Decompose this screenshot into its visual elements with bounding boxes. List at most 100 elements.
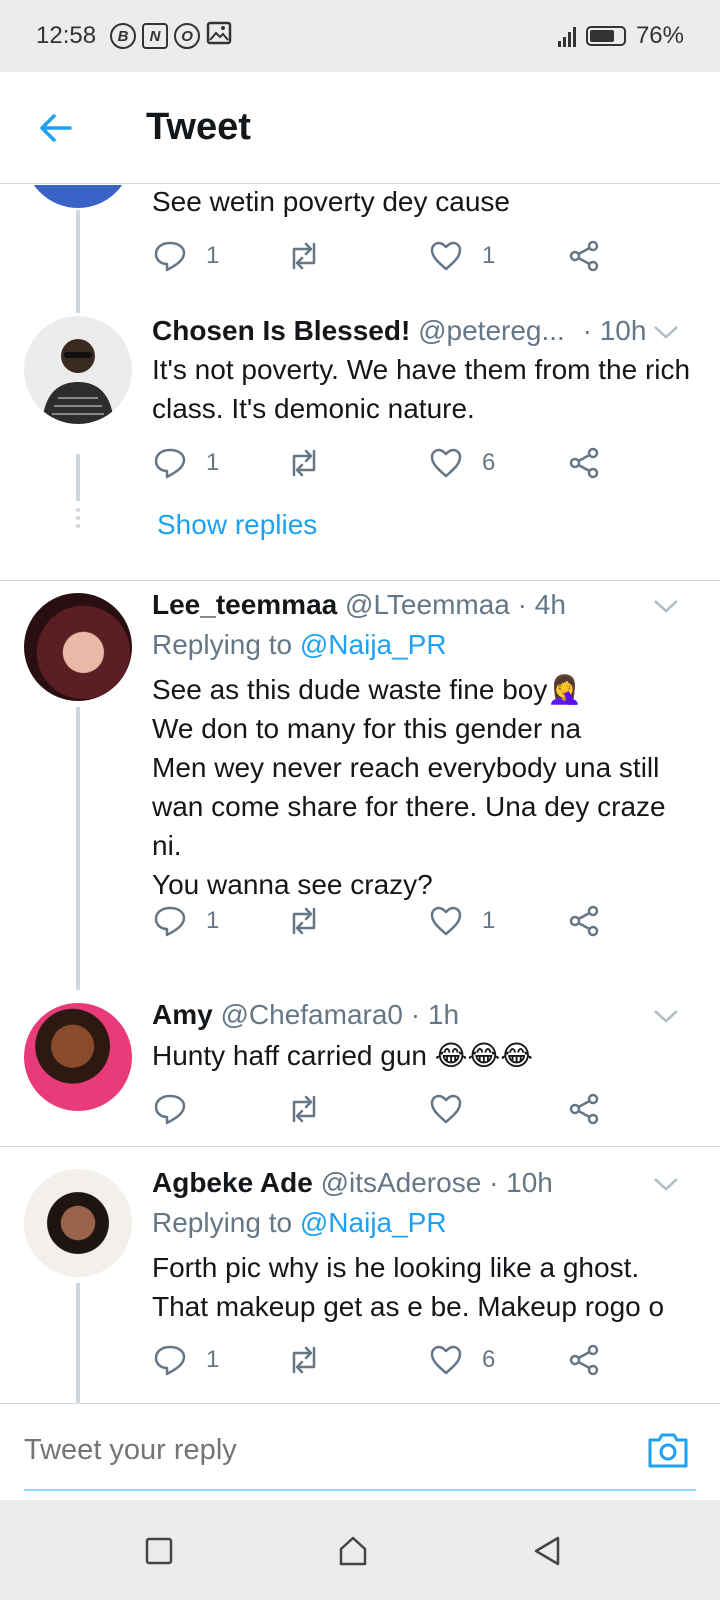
tweet-header: Amy @Chefamara0 · 1h	[152, 999, 459, 1031]
replying-to: Replying to @Naija_PR	[152, 1207, 447, 1239]
like-button[interactable]	[428, 1091, 464, 1127]
status-time: 12:58	[36, 22, 97, 49]
share-icon	[569, 905, 599, 937]
retweet-button[interactable]	[286, 1342, 322, 1378]
reply-button[interactable]: 1	[152, 903, 219, 939]
tweet-item[interactable]: Agbeke Ade @itsAderose · 10h Replying to…	[0, 1147, 720, 1403]
tweet-time: · 10h	[489, 1167, 553, 1198]
chevron-down-icon[interactable]	[652, 323, 680, 341]
tweet-time: · 10h	[582, 315, 647, 346]
tweet-time: · 1h	[410, 999, 460, 1030]
show-replies-link[interactable]: Show replies	[157, 509, 317, 541]
retweet-button[interactable]	[286, 445, 322, 481]
share-button[interactable]	[566, 1342, 602, 1378]
reply-icon	[154, 448, 186, 479]
thread-line	[76, 707, 80, 990]
replying-to-handle[interactable]: @Naija_PR	[300, 1207, 447, 1238]
like-count: 1	[482, 907, 496, 934]
share-button[interactable]	[566, 238, 602, 274]
heart-icon	[430, 448, 462, 478]
reply-button[interactable]: 1	[152, 1342, 219, 1378]
retweet-icon	[292, 449, 316, 477]
tweet-header: Agbeke Ade @itsAderose · 10h	[152, 1167, 553, 1199]
chevron-down-icon[interactable]	[652, 597, 680, 615]
tweet-item[interactable]: Amy @Chefamara0 · 1h Hunty haff carried …	[0, 991, 720, 1146]
like-button[interactable]: 6	[428, 445, 495, 481]
chevron-down-icon[interactable]	[652, 1007, 680, 1025]
user-handle: @itsAderose	[320, 1167, 482, 1198]
tweet-time: · 4h	[517, 589, 566, 620]
display-name[interactable]: Agbeke Ade	[152, 1167, 313, 1198]
tweet-item[interactable]: Lee_teemmaa @LTeemmaa · 4h Replying to @…	[0, 581, 720, 991]
camera-icon[interactable]	[646, 1430, 690, 1470]
tweet-header: Chosen Is Blessed! @petereg... · 10h	[152, 315, 646, 347]
tweet-item[interactable]: See wetin poverty dey cause 1 1	[0, 185, 720, 315]
notification-icons: B N O	[110, 20, 232, 53]
thread-line	[76, 210, 80, 313]
tweet-text: See as this dude waste fine boy🤦‍♀️ We d…	[152, 670, 700, 904]
reply-input[interactable]	[24, 1434, 584, 1467]
reply-composer	[0, 1403, 720, 1493]
avatar[interactable]	[24, 1003, 132, 1111]
tweet-header: Lee_teemmaa @LTeemmaa · 4h	[152, 589, 566, 621]
display-name[interactable]: Amy	[152, 999, 213, 1030]
tweet-item[interactable]: Chosen Is Blessed! @petereg... · 10h It'…	[0, 313, 720, 569]
retweet-icon	[292, 1346, 316, 1374]
b-notification-icon: B	[110, 23, 137, 49]
avatar[interactable]	[24, 593, 132, 701]
reply-count: 1	[206, 242, 220, 269]
tweet-text-line: See as this dude waste fine boy🤦‍♀️	[152, 674, 583, 705]
share-button[interactable]	[566, 445, 602, 481]
share-button[interactable]	[566, 903, 602, 939]
reply-count: 1	[206, 907, 220, 934]
like-button[interactable]: 6	[428, 1342, 495, 1378]
user-handle: @petereg...	[418, 315, 565, 346]
home-icon[interactable]	[336, 1534, 370, 1568]
tweet-actions	[152, 1091, 632, 1131]
replying-to: Replying to @Naija_PR	[152, 629, 447, 661]
reply-button[interactable]	[152, 1091, 188, 1127]
like-button[interactable]: 1	[428, 903, 495, 939]
reply-icon	[154, 906, 186, 937]
tweet-actions: 1 6	[152, 445, 632, 485]
tweet-thread[interactable]: See wetin poverty dey cause 1 1 Chosen I…	[0, 185, 720, 1403]
avatar[interactable]	[24, 1169, 132, 1277]
opera-notification-icon: O	[174, 23, 201, 49]
back-arrow-icon[interactable]	[36, 108, 76, 148]
retweet-button[interactable]	[286, 238, 322, 274]
like-button[interactable]: 1	[428, 238, 495, 274]
reply-underline	[24, 1489, 696, 1491]
thread-dots	[76, 508, 80, 532]
display-name[interactable]: Lee_teemmaa	[152, 589, 337, 620]
share-icon	[569, 447, 599, 479]
avatar[interactable]	[24, 185, 132, 208]
tweet-actions: 1 1	[152, 238, 632, 278]
reply-button[interactable]: 1	[152, 445, 219, 481]
back-icon[interactable]	[530, 1534, 564, 1568]
tweet-text-line: You wanna see crazy?	[152, 869, 433, 900]
tweet-text-line: Men wey never reach everybody una still …	[152, 752, 666, 861]
thread-line	[76, 1283, 80, 1403]
heart-icon	[430, 1345, 462, 1375]
avatar[interactable]	[24, 316, 132, 424]
chevron-down-icon[interactable]	[652, 1175, 680, 1193]
replying-to-handle[interactable]: @Naija_PR	[300, 629, 447, 660]
heart-icon	[430, 906, 462, 936]
tweet-text: Hunty haff carried gun 😂😂😂	[152, 1040, 533, 1071]
display-name[interactable]: Chosen Is Blessed!	[152, 315, 410, 346]
user-handle: @Chefamara0	[220, 999, 403, 1030]
replying-to-label: Replying to	[152, 1207, 293, 1238]
signal-icon	[557, 25, 576, 47]
reply-icon	[154, 1345, 186, 1376]
reply-count: 1	[206, 449, 220, 476]
battery-icon	[585, 26, 626, 46]
share-button[interactable]	[566, 1091, 602, 1127]
tweet-text-line: We don to many for this gender na	[152, 713, 582, 744]
retweet-button[interactable]	[286, 1091, 322, 1127]
reply-button[interactable]: 1	[152, 238, 219, 274]
recents-icon[interactable]	[142, 1534, 176, 1568]
reply-icon	[154, 1094, 186, 1125]
retweet-button[interactable]	[286, 903, 322, 939]
reply-count: 1	[206, 1346, 220, 1373]
tweet-text: Forth pic why is he looking like a ghost…	[152, 1252, 665, 1322]
